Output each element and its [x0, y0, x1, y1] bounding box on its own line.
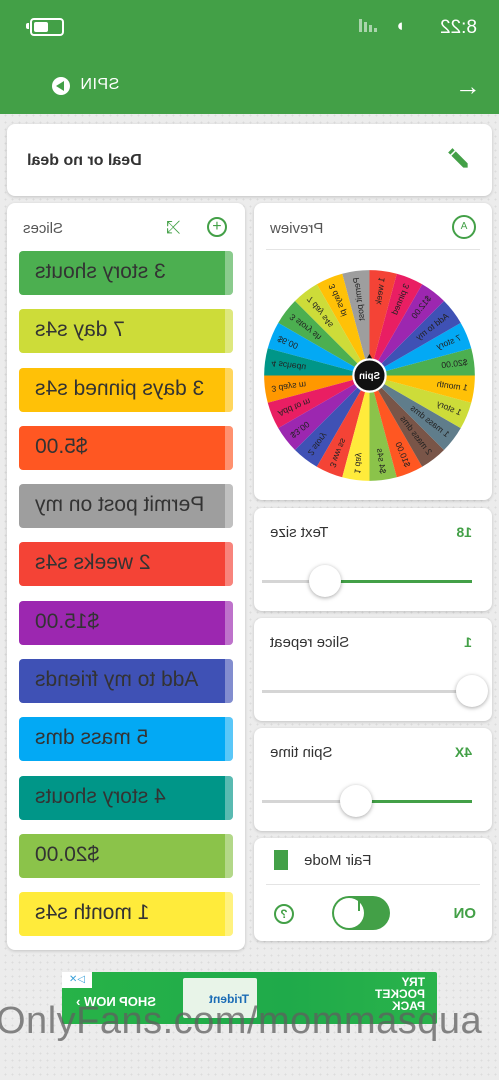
slice-item-label: $20.00	[35, 842, 100, 866]
slice-item-label: 3 days pinned s4s	[35, 376, 205, 400]
status-time: 8:22	[440, 17, 477, 38]
text-size-value: 18	[456, 524, 472, 540]
mirrored-screen: ◗ 8:22 ← SPIN Deal or no deal Preview A …	[0, 0, 499, 1080]
watermark-text: OnlyFans.com/mommasqua	[0, 1000, 483, 1042]
text-size-label: Text size	[270, 524, 329, 541]
slice-item[interactable]: Add to my friends	[19, 659, 233, 704]
slice-item-label: 3 story shouts	[35, 260, 166, 283]
wheel-title-card[interactable]: Deal or no deal	[7, 124, 492, 196]
slice-handle[interactable]	[225, 367, 233, 412]
app-bar-title[interactable]: SPIN	[80, 76, 119, 94]
back-arrow-icon[interactable]: ←	[455, 71, 481, 102]
slice-item-label: $5.00	[35, 434, 88, 458]
spin-button-label: Spin	[359, 371, 380, 382]
divider	[266, 249, 480, 250]
slice-item[interactable]: $15.00	[19, 600, 233, 645]
slice-item[interactable]: 4 story shouts	[19, 775, 233, 820]
slider-fill	[325, 580, 472, 583]
slider-knob[interactable]	[456, 675, 488, 707]
slice-handle[interactable]	[225, 484, 233, 529]
slice-handle[interactable]	[225, 600, 233, 645]
slice-item[interactable]: $20.00	[19, 833, 233, 878]
slice-item[interactable]: 2 weeks s4s	[19, 542, 233, 587]
text-size-card: Text size 18	[254, 508, 492, 611]
battery-icon	[30, 18, 64, 36]
slice-handle[interactable]	[225, 542, 233, 587]
wifi-icon: ◗	[395, 16, 406, 35]
slice-repeat-value: 1	[464, 634, 472, 650]
spin-time-value: 4X	[454, 744, 472, 760]
rotate-icon[interactable]: A	[452, 215, 476, 239]
slice-repeat-label: Slice repeat	[270, 634, 350, 651]
slice-handle[interactable]	[225, 309, 233, 354]
slice-handle[interactable]	[225, 425, 233, 470]
slice-handle[interactable]	[225, 717, 233, 762]
spin-time-card: Spin time 4X	[254, 728, 492, 831]
slice-item[interactable]: $5.00	[19, 425, 233, 470]
edit-pencil-icon[interactable]	[446, 146, 472, 172]
add-slice-icon[interactable]: +	[207, 217, 227, 237]
text-size-slider[interactable]	[262, 565, 472, 597]
slice-handle[interactable]	[225, 251, 233, 295]
slice-handle[interactable]	[225, 892, 233, 937]
slice-handle[interactable]	[225, 659, 233, 704]
slider-knob[interactable]	[309, 565, 341, 597]
slices-card: Slices ⤨ + 3 story shouts 7 day s4s 3 days…	[7, 203, 245, 950]
slider-knob[interactable]	[340, 785, 373, 817]
slice-item[interactable]: Permit post on my	[19, 484, 233, 529]
slice-item-label: $15.00	[35, 609, 100, 633]
slice-item-label: 4 story shouts	[35, 784, 166, 808]
slice-item-label: 2 weeks s4s	[35, 551, 151, 575]
slice-repeat-card: Slice repeat 1	[254, 618, 492, 721]
fair-mode-toggle[interactable]	[332, 896, 390, 930]
slice-item[interactable]: 3 story shouts	[19, 251, 233, 295]
slice-item[interactable]: 3 days pinned s4s	[19, 367, 233, 412]
slice-item-label: Add to my friends	[35, 668, 199, 692]
slice-item[interactable]: 1 month s4s	[19, 892, 233, 937]
slider-fill	[356, 800, 472, 803]
fair-mode-state: ON	[453, 905, 477, 922]
slice-item[interactable]: 5 mass dms	[19, 717, 233, 762]
wheel-preview[interactable]: Permit post3 days pi7 day s4s3 story sh$…	[262, 268, 477, 483]
toggle-on-mark	[358, 901, 360, 911]
slice-repeat-slider[interactable]	[262, 675, 488, 707]
shuffle-icon[interactable]: ⤨	[167, 217, 181, 238]
signal-icon	[357, 14, 377, 32]
slice-handle[interactable]	[225, 775, 233, 820]
divider	[266, 884, 480, 885]
spin-time-label: Spin time	[270, 744, 333, 761]
slice-item-label: 5 mass dms	[35, 726, 149, 750]
slices-label: Slices	[23, 220, 64, 237]
slice-item-label: 1 month s4s	[35, 901, 150, 925]
wheel-title: Deal or no deal	[27, 152, 142, 169]
slice-item-label: Permit post on my	[35, 493, 205, 517]
fair-mode-label: Fair Mode	[304, 852, 372, 869]
preview-label: Preview	[270, 220, 324, 237]
battery-tip	[26, 23, 29, 29]
ad-choices-icon[interactable]: ▷✕	[62, 972, 92, 988]
spin-time-slider[interactable]	[262, 785, 472, 817]
slice-item[interactable]: 7 day s4s	[19, 309, 233, 354]
slice-item-label: 7 day s4s	[35, 318, 125, 342]
app-bar: ◗ 8:22 ← SPIN	[0, 0, 499, 114]
preview-card: Preview A Permit post 3 days pi 7 day s4s 3…	[254, 203, 492, 500]
fair-mode-card: Fair Mode ON ?	[254, 838, 492, 941]
flag-icon	[274, 850, 288, 870]
help-icon[interactable]: ?	[274, 904, 294, 924]
play-icon[interactable]	[52, 77, 70, 95]
slices-list: 3 story shouts 7 day s4s 3 days pinned s4s…	[19, 251, 233, 951]
slice-handle[interactable]	[225, 833, 233, 878]
